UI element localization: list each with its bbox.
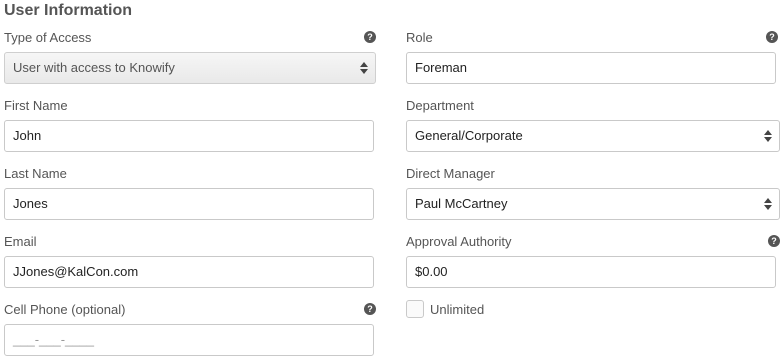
type-of-access-label: Type of Access — [4, 30, 92, 45]
type-of-access-value: User with access to Knowify — [13, 60, 175, 75]
direct-manager-select[interactable]: Paul McCartney — [406, 188, 780, 220]
select-arrows-icon — [360, 61, 368, 75]
department-select[interactable]: General/Corporate — [406, 120, 780, 152]
select-arrows-icon — [764, 129, 772, 143]
help-icon[interactable]: ? — [768, 235, 780, 247]
role-input[interactable]: Foreman — [406, 52, 776, 84]
department-label: Department — [406, 98, 474, 113]
email-field: Email JJones@KalCon.com — [4, 234, 374, 290]
direct-manager-label: Direct Manager — [406, 166, 495, 181]
type-of-access-field: Type of Access ? User with access to Kno… — [4, 30, 376, 86]
type-of-access-select[interactable]: User with access to Knowify — [4, 52, 376, 84]
email-input[interactable]: JJones@KalCon.com — [4, 256, 374, 288]
department-value: General/Corporate — [415, 128, 523, 143]
approval-authority-input[interactable]: $0.00 — [406, 256, 776, 288]
department-field: Department General/Corporate — [406, 98, 780, 154]
help-icon[interactable]: ? — [364, 303, 376, 315]
cell-phone-label: Cell Phone (optional) — [4, 302, 126, 317]
cell-phone-input[interactable]: ___-___-____ — [4, 324, 374, 356]
first-name-label: First Name — [4, 98, 68, 113]
help-icon[interactable]: ? — [364, 31, 376, 43]
first-name-input[interactable]: John — [4, 120, 374, 152]
cell-phone-field: Cell Phone (optional) ? ___-___-____ — [4, 302, 376, 358]
section-title: User Information — [4, 2, 133, 19]
direct-manager-field: Direct Manager Paul McCartney — [406, 166, 780, 222]
approval-authority-field: Approval Authority ? $0.00 — [406, 234, 780, 290]
role-field: Role ? Foreman — [406, 30, 778, 86]
last-name-label: Last Name — [4, 166, 67, 181]
last-name-field: Last Name Jones — [4, 166, 374, 222]
select-arrows-icon — [764, 197, 772, 211]
first-name-field: First Name John — [4, 98, 374, 154]
direct-manager-value: Paul McCartney — [415, 196, 508, 211]
unlimited-checkbox[interactable] — [406, 300, 424, 318]
email-label: Email — [4, 234, 37, 249]
role-label: Role — [406, 30, 433, 45]
help-icon[interactable]: ? — [766, 31, 778, 43]
approval-authority-label: Approval Authority — [406, 234, 512, 249]
last-name-input[interactable]: Jones — [4, 188, 374, 220]
unlimited-label[interactable]: Unlimited — [430, 302, 484, 317]
unlimited-field: Unlimited — [406, 300, 606, 322]
